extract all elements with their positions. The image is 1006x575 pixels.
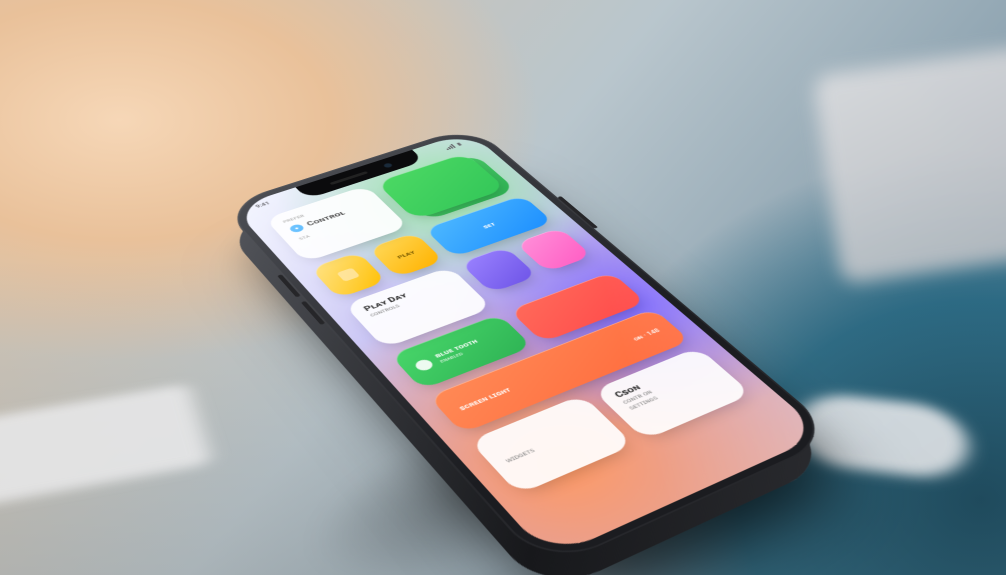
signal-icon — [443, 143, 455, 149]
bluetooth-tile[interactable]: ʙʟᴜᴇ ᴛᴏᴏᴛʜ ᴇɴᴀʙʟᴇᴅ — [390, 313, 532, 389]
widgets-label-card[interactable]: ᴡɪᴅɢᴇᴛꜱ — [469, 394, 634, 494]
accessory-blur — [812, 46, 1006, 285]
status-time: 9:41 — [254, 200, 274, 212]
tile-sub: ᴏɴ · 148 — [631, 327, 661, 342]
battery-icon: ▮ — [455, 141, 462, 146]
speaker-grille — [329, 171, 368, 185]
widget-title: Cꜱᴏɴ — [612, 358, 702, 400]
widget-line: ᴄᴏɴᴛʀ ᴏɴ — [621, 365, 709, 405]
tile-label: ꜱᴇᴛ — [481, 221, 497, 230]
folder-icon — [336, 267, 360, 281]
product-photo-scene: 9:41 ▮ ᴘʀᴇꜰᴇʀ Cᴏɴᴛʀᴏʟ — [0, 0, 1006, 575]
screen-light-tile[interactable]: ꜱᴄʀᴇᴇɴ ʟɪɢʜᴛ ᴏɴ · 148 — [428, 308, 690, 433]
tile-label: ꜱᴄʀᴇᴇɴ ʟɪɢʜᴛ — [457, 385, 513, 411]
safari-icon — [288, 223, 306, 233]
yellow-tile[interactable] — [310, 251, 387, 298]
settings-card-widget[interactable]: Cꜱᴏɴ ᴄᴏɴᴛʀ ᴏɴ ꜱᴇᴛᴛɪɴɢꜱ — [593, 347, 752, 440]
widget-text: ᴡɪᴅɢᴇᴛꜱ — [504, 446, 537, 464]
bluetooth-icon — [413, 357, 436, 371]
tile-label: ʙʟᴜᴇ ᴛᴏᴏᴛʜ — [434, 338, 481, 359]
yellow-tile-2[interactable]: ᴘʟᴀʏ — [368, 232, 444, 277]
tile-label: ᴘʟᴀʏ — [395, 249, 417, 260]
tile-sub: ᴇɴᴀʙʟᴇᴅ — [439, 344, 485, 364]
widget-line: ꜱᴇᴛᴛɪɴɢꜱ — [627, 371, 716, 411]
front-camera — [382, 162, 393, 168]
